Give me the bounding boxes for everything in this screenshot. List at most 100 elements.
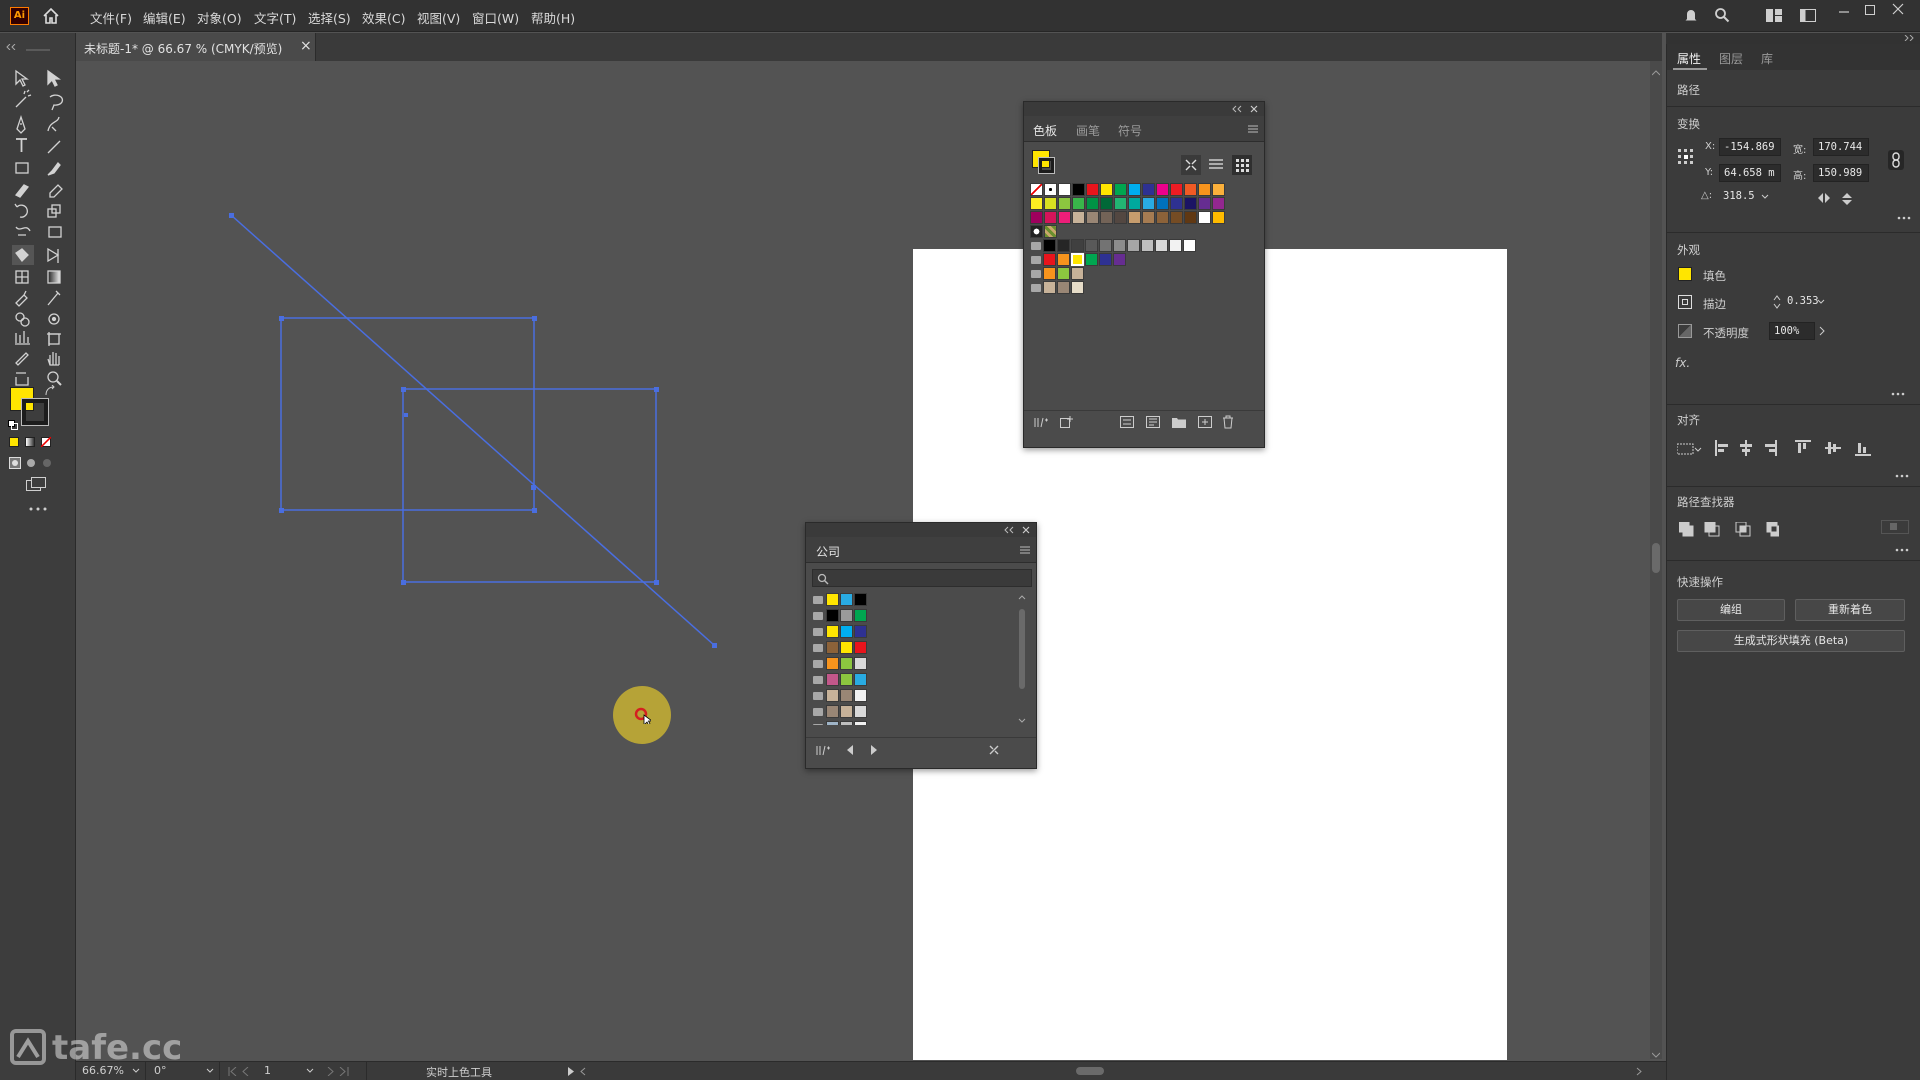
draw-mode-icon[interactable] — [9, 457, 21, 469]
swatch[interactable] — [1184, 183, 1197, 196]
next-last-artboard-icons[interactable] — [326, 1067, 356, 1076]
x-field[interactable]: -154.869 — [1719, 138, 1781, 156]
artboard-dropdown-icon[interactable] — [306, 1068, 314, 1074]
swatch[interactable] — [1099, 253, 1112, 266]
swatch[interactable] — [1058, 183, 1071, 196]
group-button[interactable]: 编组 — [1677, 599, 1785, 621]
scroll-down-icon[interactable] — [1651, 1047, 1661, 1058]
fill-swatch[interactable] — [1678, 267, 1692, 281]
swatch[interactable] — [1114, 211, 1127, 224]
swatch[interactable] — [1127, 239, 1140, 252]
swatch[interactable] — [1044, 225, 1057, 238]
close-panel-icon[interactable] — [1022, 526, 1030, 534]
swatch[interactable] — [1071, 281, 1084, 294]
scroll-left-icon[interactable] — [580, 1067, 586, 1076]
next-library-icon[interactable] — [870, 744, 878, 756]
rotate-field[interactable]: 318.5 — [1719, 188, 1763, 206]
swatch-grid[interactable] — [1030, 183, 1260, 294]
selected-artwork[interactable] — [220, 208, 730, 648]
swatch[interactable] — [1043, 239, 1056, 252]
reference-point-icon[interactable] — [1677, 148, 1695, 166]
collapse-panel-icon[interactable] — [1004, 526, 1014, 534]
tab-symbols[interactable]: 符号 — [1118, 122, 1142, 139]
generative-shape-fill-button[interactable]: 生成式形状填充 (Beta) — [1677, 630, 1905, 652]
expand-panels-icon[interactable] — [1904, 35, 1914, 41]
menu-effect[interactable]: 效果(C) — [362, 8, 405, 27]
collapse-toolbar-icon[interactable] — [6, 39, 16, 51]
gradient-mode-icon[interactable] — [25, 437, 35, 447]
menu-view[interactable]: 视图(V) — [417, 8, 460, 27]
rectangle-path-2[interactable] — [402, 388, 657, 583]
flip-vertical-icon[interactable] — [1841, 192, 1853, 206]
menu-file[interactable]: 文件(F) — [90, 8, 132, 27]
search-icon[interactable] — [1714, 7, 1730, 23]
company-swatch[interactable] — [854, 673, 867, 686]
company-swatch[interactable] — [840, 641, 853, 654]
swatch[interactable] — [1044, 211, 1057, 224]
swatch[interactable] — [1030, 211, 1043, 224]
horizontal-scroll-thumb[interactable] — [1076, 1067, 1104, 1075]
swatch-libraries-icon[interactable] — [816, 744, 830, 756]
swatch[interactable] — [1057, 267, 1070, 280]
rotate-dropdown-icon[interactable] — [1761, 194, 1769, 200]
swatch[interactable] — [1072, 197, 1085, 210]
menu-help[interactable]: 帮助(H) — [531, 8, 575, 27]
recolor-button[interactable]: 重新着色 — [1795, 599, 1905, 621]
company-swatch[interactable] — [854, 641, 867, 654]
appearance-more-icon[interactable] — [1891, 392, 1905, 396]
tab-company[interactable]: 公司 — [816, 543, 840, 560]
close-window-icon[interactable] — [1892, 3, 1904, 15]
company-swatch[interactable] — [854, 593, 867, 606]
swap-fill-stroke-icon[interactable] — [44, 384, 56, 397]
company-swatch[interactable] — [826, 657, 839, 670]
swatch[interactable] — [1170, 197, 1183, 210]
swatch[interactable] — [1071, 267, 1084, 280]
color-group-folder-icon[interactable] — [813, 660, 823, 668]
toolbar-grip[interactable] — [26, 49, 50, 51]
width-field[interactable]: 170.744 — [1813, 138, 1869, 156]
company-panel-header[interactable] — [806, 523, 1036, 537]
swatch[interactable] — [1170, 211, 1183, 224]
swatch[interactable] — [1155, 239, 1168, 252]
fill-label[interactable]: 填色 — [1703, 268, 1726, 284]
swatch[interactable] — [1085, 239, 1098, 252]
new-swatch-icon[interactable] — [1198, 416, 1212, 428]
company-swatch[interactable] — [826, 625, 839, 638]
swatch[interactable] — [1170, 183, 1183, 196]
align-buttons[interactable] — [1677, 440, 1917, 458]
swatch[interactable] — [1099, 239, 1112, 252]
swatch[interactable] — [1156, 183, 1169, 196]
swatch[interactable] — [1086, 183, 1099, 196]
close-panel-icon[interactable] — [1250, 105, 1258, 113]
stroke-color-swatch[interactable] — [22, 399, 48, 425]
stroke-weight-field[interactable]: 0.353 — [1783, 293, 1819, 311]
menu-select[interactable]: 选择(S) — [308, 8, 351, 27]
swatch[interactable] — [1212, 183, 1225, 196]
company-swatch[interactable] — [854, 689, 867, 702]
swatch[interactable] — [1057, 281, 1070, 294]
company-swatch[interactable] — [854, 625, 867, 638]
swatch-stroke-indicator[interactable] — [1039, 158, 1054, 173]
zoom-dropdown-icon[interactable] — [132, 1068, 140, 1074]
stroke-dropdown-icon[interactable] — [1817, 299, 1825, 305]
swatch[interactable] — [1071, 239, 1084, 252]
show-kinds-menu-icon[interactable] — [1120, 416, 1134, 428]
bell-icon[interactable] — [1684, 8, 1698, 23]
height-field[interactable]: 150.989 — [1813, 164, 1869, 182]
color-group-folder-icon[interactable] — [1031, 256, 1041, 264]
company-swatch[interactable] — [840, 705, 853, 718]
swatch[interactable] — [1071, 253, 1084, 266]
swatch-libraries-icon[interactable] — [1034, 416, 1048, 428]
color-group-folder-icon[interactable] — [813, 644, 823, 652]
tab-swatches[interactable]: 色板 — [1033, 122, 1057, 139]
menu-window[interactable]: 窗口(W) — [472, 8, 519, 27]
company-swatch[interactable] — [826, 609, 839, 622]
swatch[interactable] — [1114, 183, 1127, 196]
swatch[interactable] — [1128, 211, 1141, 224]
list-view-icon[interactable] — [1209, 158, 1223, 172]
tab-brushes[interactable]: 画笔 — [1076, 122, 1100, 139]
swatch[interactable] — [1085, 253, 1098, 266]
show-kinds-icon[interactable] — [1181, 155, 1201, 175]
swatch[interactable] — [1100, 197, 1113, 210]
swatch[interactable] — [1169, 239, 1182, 252]
